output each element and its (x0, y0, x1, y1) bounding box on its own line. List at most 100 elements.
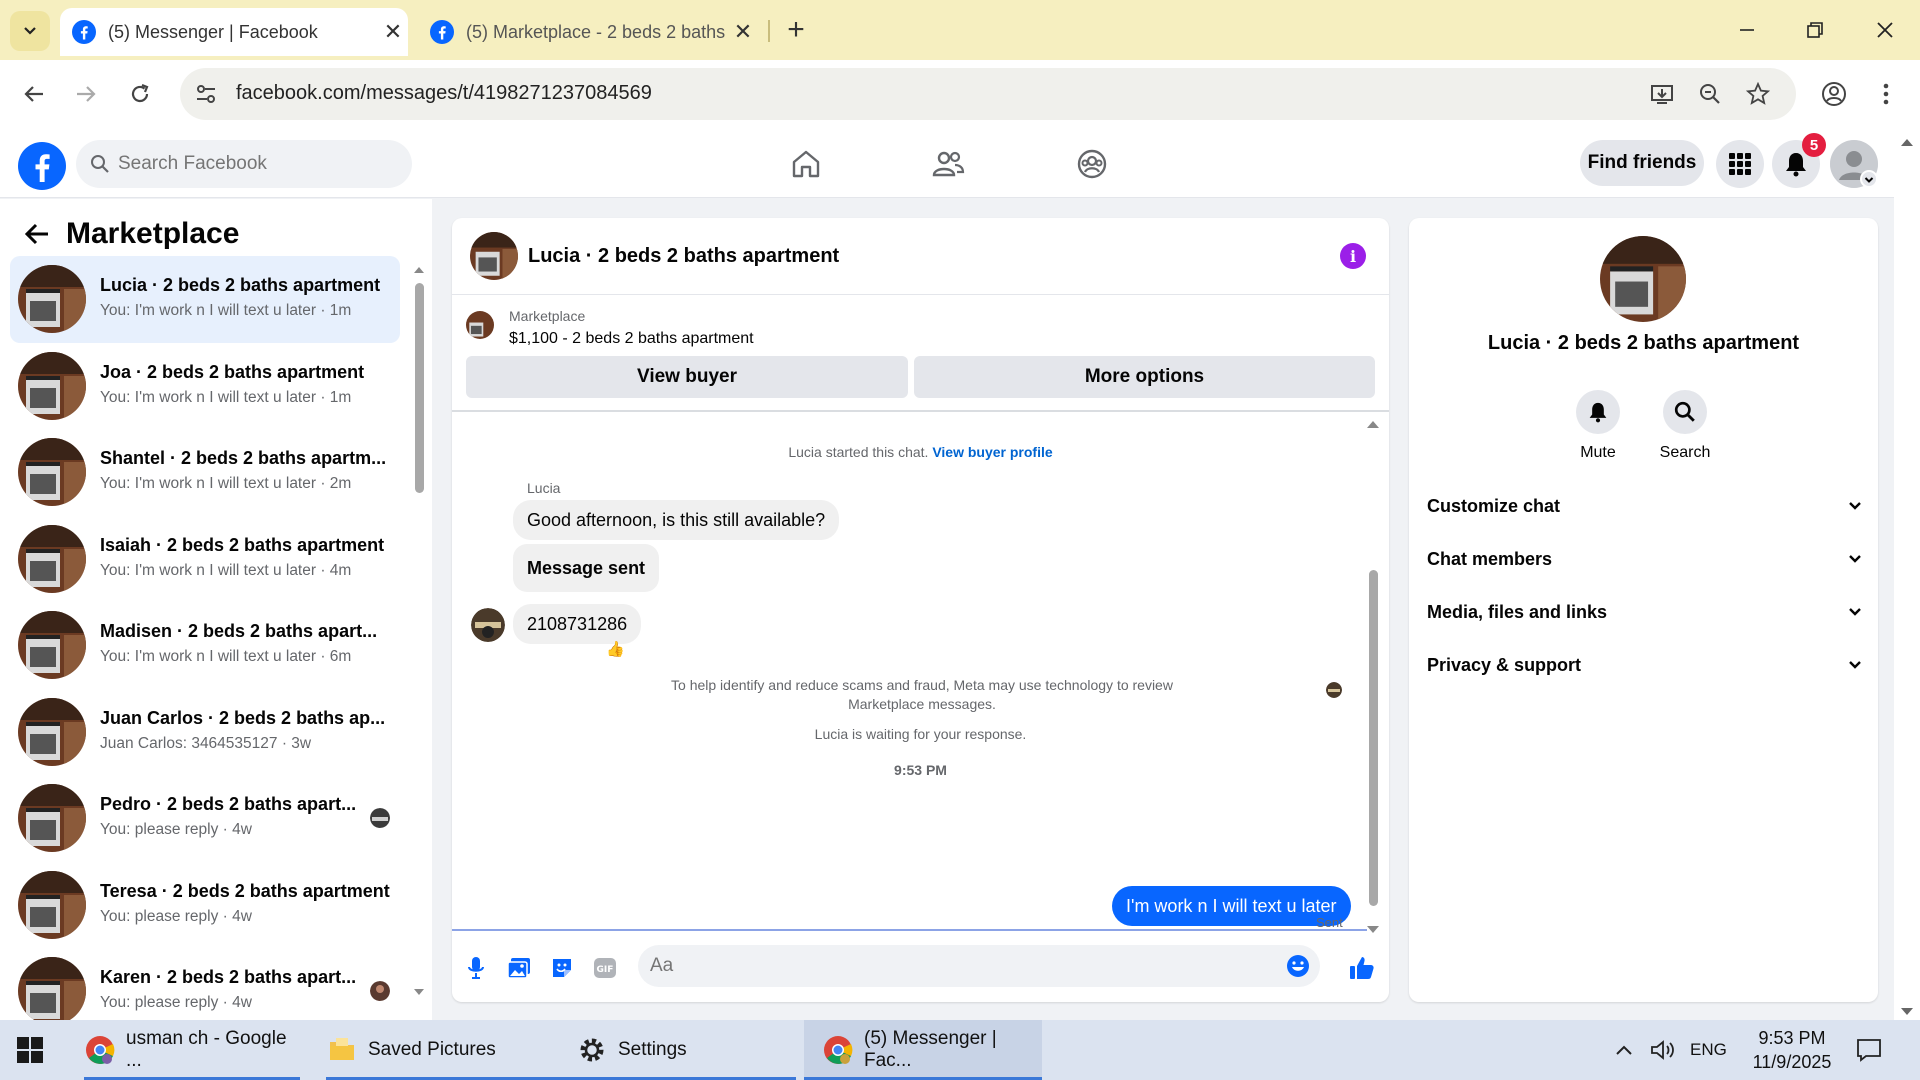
reload-button[interactable] (120, 74, 160, 114)
search-label: Search (1659, 444, 1711, 461)
conversation-name: Isaiah · 2 beds 2 baths apartment (100, 534, 385, 555)
privacy-support-row[interactable]: Privacy & support (1427, 645, 1863, 685)
arrow-left-icon[interactable] (22, 219, 52, 249)
search-action[interactable]: Search (1645, 390, 1725, 462)
conversation-item[interactable]: Lucia · 2 beds 2 baths apartment You: I'… (10, 256, 400, 343)
install-app-icon[interactable] (1648, 80, 1676, 108)
show-hidden-icons[interactable] (1614, 1020, 1634, 1080)
listing-price[interactable]: $1,100 - 2 beds 2 baths apartment (509, 330, 754, 348)
chat-header: Lucia · 2 beds 2 baths apartment i (452, 218, 1389, 295)
like-button[interactable] (1348, 954, 1376, 982)
scroll-down-icon[interactable] (1899, 1006, 1915, 1018)
site-settings-icon[interactable] (194, 82, 218, 106)
view-buyer-profile-link[interactable]: View buyer profile (932, 444, 1052, 460)
thumbs-up-reaction[interactable]: 👍 (606, 640, 625, 658)
info-title: Lucia · 2 beds 2 baths apartment (1487, 332, 1800, 354)
browser-menu-button[interactable] (1866, 74, 1906, 114)
sidebar-scrollbar[interactable] (412, 259, 426, 999)
view-buyer-button[interactable]: View buyer (466, 356, 908, 398)
close-tab-icon[interactable]: ✕ (378, 19, 408, 45)
scrollbar-thumb[interactable] (415, 283, 424, 493)
scroll-up-icon[interactable] (412, 263, 426, 275)
sender-avatar[interactable] (471, 608, 505, 642)
tab-marketplace[interactable]: (5) Marketplace - 2 beds 2 baths ✕ (418, 8, 758, 56)
scroll-up-icon[interactable] (1899, 136, 1915, 148)
conversation-item[interactable]: Joa · 2 beds 2 baths apartment You: I'm … (10, 343, 400, 430)
find-friends-button[interactable]: Find friends (1580, 140, 1704, 186)
attach-photo-button[interactable] (505, 954, 533, 982)
nav-friends[interactable] (928, 146, 968, 182)
more-options-button[interactable]: More options (914, 356, 1375, 398)
nav-groups[interactable] (1072, 146, 1112, 182)
scroll-up-icon[interactable] (1365, 418, 1381, 430)
scrollbar-thumb[interactable] (1369, 570, 1378, 906)
new-tab-button[interactable]: + (778, 12, 814, 48)
account-avatar[interactable] (1830, 140, 1878, 188)
profile-button[interactable] (1814, 74, 1854, 114)
conversation-name: Pedro · 2 beds 2 baths apart... (100, 794, 357, 814)
conversation-item[interactable]: Isaiah · 2 beds 2 baths apartment You: I… (10, 516, 400, 603)
message-bubble[interactable]: Message sent (513, 544, 660, 592)
scroll-down-icon[interactable] (412, 987, 426, 999)
forward-button[interactable] (66, 74, 106, 114)
message-input[interactable] (650, 945, 1260, 987)
tab-search-button[interactable] (10, 11, 50, 51)
page-scrollbar[interactable] (1894, 128, 1920, 1020)
mute-button[interactable] (1576, 390, 1620, 434)
facebook-logo-icon[interactable] (18, 142, 66, 190)
taskbar-chrome-window[interactable]: usman ch - Google ... (84, 1020, 300, 1080)
chat-title[interactable]: Lucia · 2 beds 2 baths apartment (528, 245, 839, 268)
chat-info-panel: Lucia · 2 beds 2 baths apartment Mute Se… (1409, 218, 1878, 1002)
message-bubble[interactable]: 2108731286 (513, 604, 642, 644)
safety-notice-line: To help identify and reduce scams and fr… (671, 677, 1173, 693)
zoom-icon[interactable] (1696, 80, 1724, 108)
search-in-chat-button[interactable] (1663, 390, 1707, 434)
close-tab-icon[interactable]: ✕ (728, 19, 758, 45)
voice-clip-button[interactable] (462, 954, 490, 982)
chrome-icon (84, 1034, 116, 1066)
tab-messenger[interactable]: (5) Messenger | Facebook ✕ (60, 8, 408, 56)
conversation-item[interactable]: Teresa · 2 beds 2 baths apartment You: p… (10, 862, 400, 949)
chat-members-row[interactable]: Chat members (1427, 539, 1863, 579)
conversation-preview: Juan Carlos: 3464535127 · 3w (100, 734, 312, 752)
address-bar[interactable]: facebook.com/messages/t/4198271237084569 (180, 68, 1796, 120)
menu-button[interactable] (1716, 140, 1764, 188)
listing-thumbnail (18, 438, 86, 506)
chat-avatar[interactable] (470, 232, 518, 280)
close-window-button[interactable] (1860, 10, 1910, 50)
info-icon[interactable]: i (1340, 243, 1366, 269)
facebook-search[interactable] (76, 140, 412, 188)
conversation-item[interactable]: Madisen · 2 beds 2 baths apart... You: I… (10, 602, 400, 689)
volume-button[interactable] (1650, 1020, 1676, 1080)
gif-button[interactable]: GIF (591, 954, 619, 982)
sticker-button[interactable] (548, 954, 576, 982)
sidebar-title: Marketplace (66, 217, 240, 250)
bookmark-star-icon[interactable] (1744, 80, 1772, 108)
minimize-button[interactable] (1722, 10, 1772, 50)
restore-button[interactable] (1790, 10, 1840, 50)
customize-chat-row[interactable]: Customize chat (1427, 486, 1863, 526)
back-button[interactable] (14, 74, 54, 114)
conversation-item[interactable]: Pedro · 2 beds 2 baths apart... You: ple… (10, 775, 400, 862)
notification-center-button[interactable] (1856, 1020, 1882, 1080)
url-text[interactable]: facebook.com/messages/t/4198271237084569 (236, 82, 652, 105)
message-input-wrapper[interactable] (638, 945, 1320, 987)
notification-badge: 5 (1802, 133, 1826, 157)
taskbar-messenger-window[interactable]: (5) Messenger | Fac... (804, 1020, 1042, 1080)
taskbar-settings-window[interactable]: Settings (576, 1020, 796, 1080)
speaker-icon (1651, 1040, 1674, 1060)
outgoing-message-bubble[interactable]: I'm work n I will text u later (1112, 886, 1351, 926)
thread-scrollbar[interactable] (1365, 418, 1381, 936)
search-input[interactable] (118, 140, 398, 188)
conversation-item[interactable]: Juan Carlos · 2 beds 2 baths ap... Juan … (10, 689, 400, 776)
input-language[interactable]: ENG (1690, 1020, 1727, 1080)
restore-icon (1807, 22, 1823, 38)
system-clock[interactable]: 9:53 PM 11/9/2025 (1742, 1026, 1842, 1074)
media-files-links-row[interactable]: Media, files and links (1427, 592, 1863, 632)
mute-action[interactable]: Mute (1558, 390, 1638, 462)
conversation-item[interactable]: Shantel · 2 beds 2 baths apartm... You: … (10, 429, 400, 516)
message-bubble[interactable]: Good afternoon, is this still available? (513, 500, 840, 540)
windows-start-icon[interactable] (14, 1034, 46, 1066)
nav-home[interactable] (786, 146, 826, 182)
emoji-icon[interactable] (1286, 954, 1310, 978)
